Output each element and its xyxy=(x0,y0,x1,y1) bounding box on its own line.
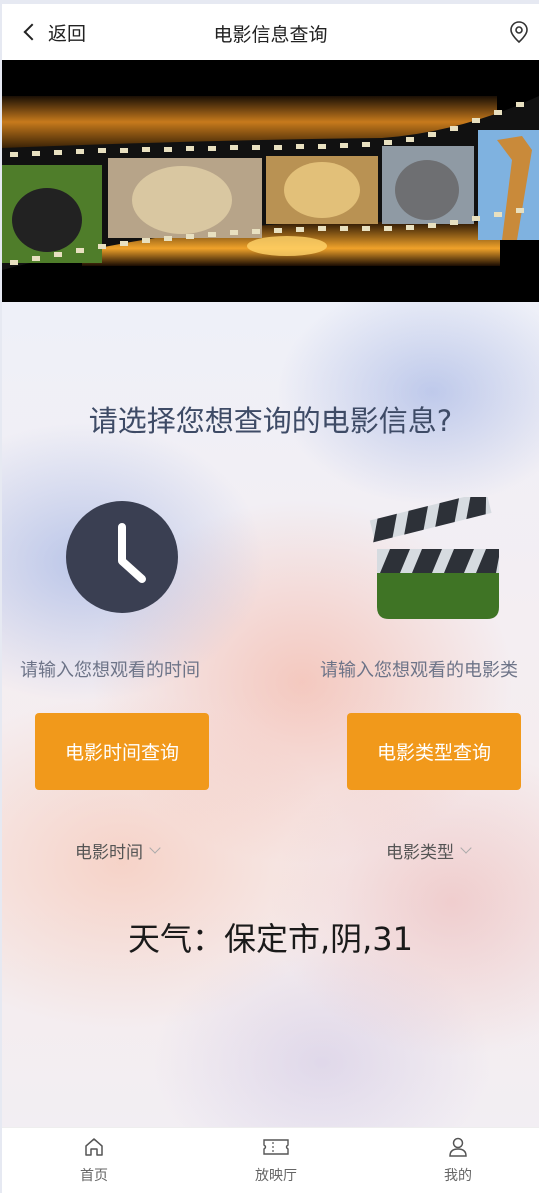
banner-image xyxy=(2,60,539,302)
page-title: 电影信息查询 xyxy=(213,24,328,46)
movie-genre-query-button[interactable]: 电影类型查询 xyxy=(347,713,521,790)
movie-time-select[interactable]: 电影时间 xyxy=(75,838,161,863)
tab-cinema-label: 放映厅 xyxy=(255,1168,297,1184)
film-strip-icon xyxy=(2,60,539,302)
tab-mine[interactable]: 我的 xyxy=(398,1128,518,1193)
tab-cinema[interactable]: 放映厅 xyxy=(216,1128,336,1193)
bottom-tabbar: 首页 放映厅 我的 xyxy=(2,1127,539,1193)
home-icon xyxy=(85,1138,103,1156)
movie-time-query-button[interactable]: 电影时间查询 xyxy=(35,713,209,790)
time-hint: 请输入您想观看的时间 xyxy=(20,660,200,681)
tab-home-label: 首页 xyxy=(80,1168,108,1184)
weather-text: 天气：保定市,阴,31 xyxy=(127,920,414,958)
user-icon xyxy=(449,1137,467,1157)
tab-mine-label: 我的 xyxy=(444,1168,472,1184)
movie-genre-select[interactable]: 电影类型 xyxy=(386,838,472,863)
main-content: 请选择您想查询的电影信息? 请输入您想观看的时间 请输入您想观看的电影类 电影时… xyxy=(2,302,539,1127)
chevron-down-icon xyxy=(460,842,472,854)
movie-genre-select-label: 电影类型 xyxy=(386,843,454,863)
app-frame: 返回 电影信息查询 请选择您想查询的电影信息? 请输入您想观看的时间 请输入您想… xyxy=(0,0,539,1193)
location-icon[interactable] xyxy=(509,20,529,44)
genre-hint: 请输入您想观看的电影类 xyxy=(320,660,518,681)
movie-time-select-label: 电影时间 xyxy=(75,843,143,863)
clock-icon xyxy=(66,501,178,613)
top-navbar: 返回 电影信息查询 xyxy=(2,4,539,60)
tab-home[interactable]: 首页 xyxy=(34,1128,154,1193)
chevron-down-icon xyxy=(149,842,161,854)
ticket-icon xyxy=(263,1139,289,1155)
query-question: 请选择您想查询的电影信息? xyxy=(88,404,453,438)
clapperboard-icon xyxy=(369,497,499,619)
